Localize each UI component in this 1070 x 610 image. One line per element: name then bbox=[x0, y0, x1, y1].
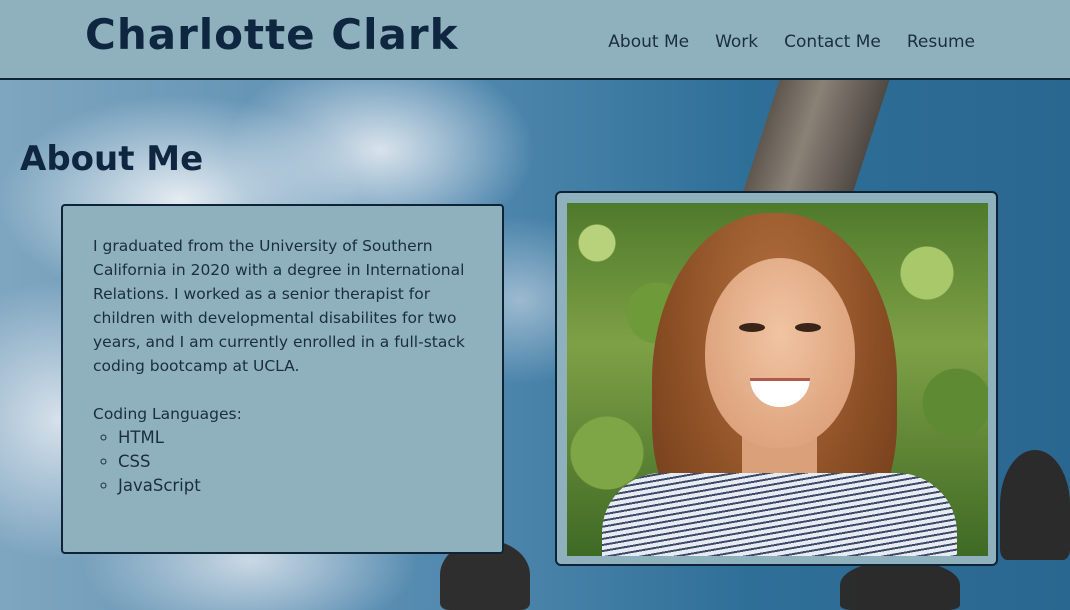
palm-frond-decoration bbox=[1000, 450, 1070, 560]
list-item: JavaScript bbox=[118, 474, 472, 498]
photo-face-shape bbox=[705, 258, 855, 448]
photo-eye-shape bbox=[795, 323, 821, 332]
profile-photo-frame bbox=[555, 191, 998, 566]
list-item: CSS bbox=[118, 450, 472, 474]
main-nav: About Me Work Contact Me Resume bbox=[608, 32, 975, 52]
photo-shirt-shape bbox=[602, 473, 957, 556]
site-title[interactable]: Charlotte Clark bbox=[85, 10, 459, 59]
coding-languages-label: Coding Languages: bbox=[93, 405, 242, 423]
profile-photo bbox=[567, 203, 988, 556]
list-item: HTML bbox=[118, 426, 472, 450]
nav-link-work[interactable]: Work bbox=[715, 32, 758, 52]
photo-eye-shape bbox=[739, 323, 765, 332]
bio-card: I graduated from the University of South… bbox=[61, 204, 504, 554]
about-me-heading: About Me bbox=[20, 138, 204, 179]
coding-languages-list: HTML CSS JavaScript bbox=[93, 426, 472, 498]
site-header: Charlotte Clark About Me Work Contact Me… bbox=[0, 0, 1070, 80]
nav-link-contact-me[interactable]: Contact Me bbox=[784, 32, 881, 52]
palm-frond-decoration bbox=[840, 560, 960, 610]
nav-link-resume[interactable]: Resume bbox=[907, 32, 975, 52]
nav-link-about-me[interactable]: About Me bbox=[608, 32, 689, 52]
bio-paragraph: I graduated from the University of South… bbox=[93, 237, 465, 375]
